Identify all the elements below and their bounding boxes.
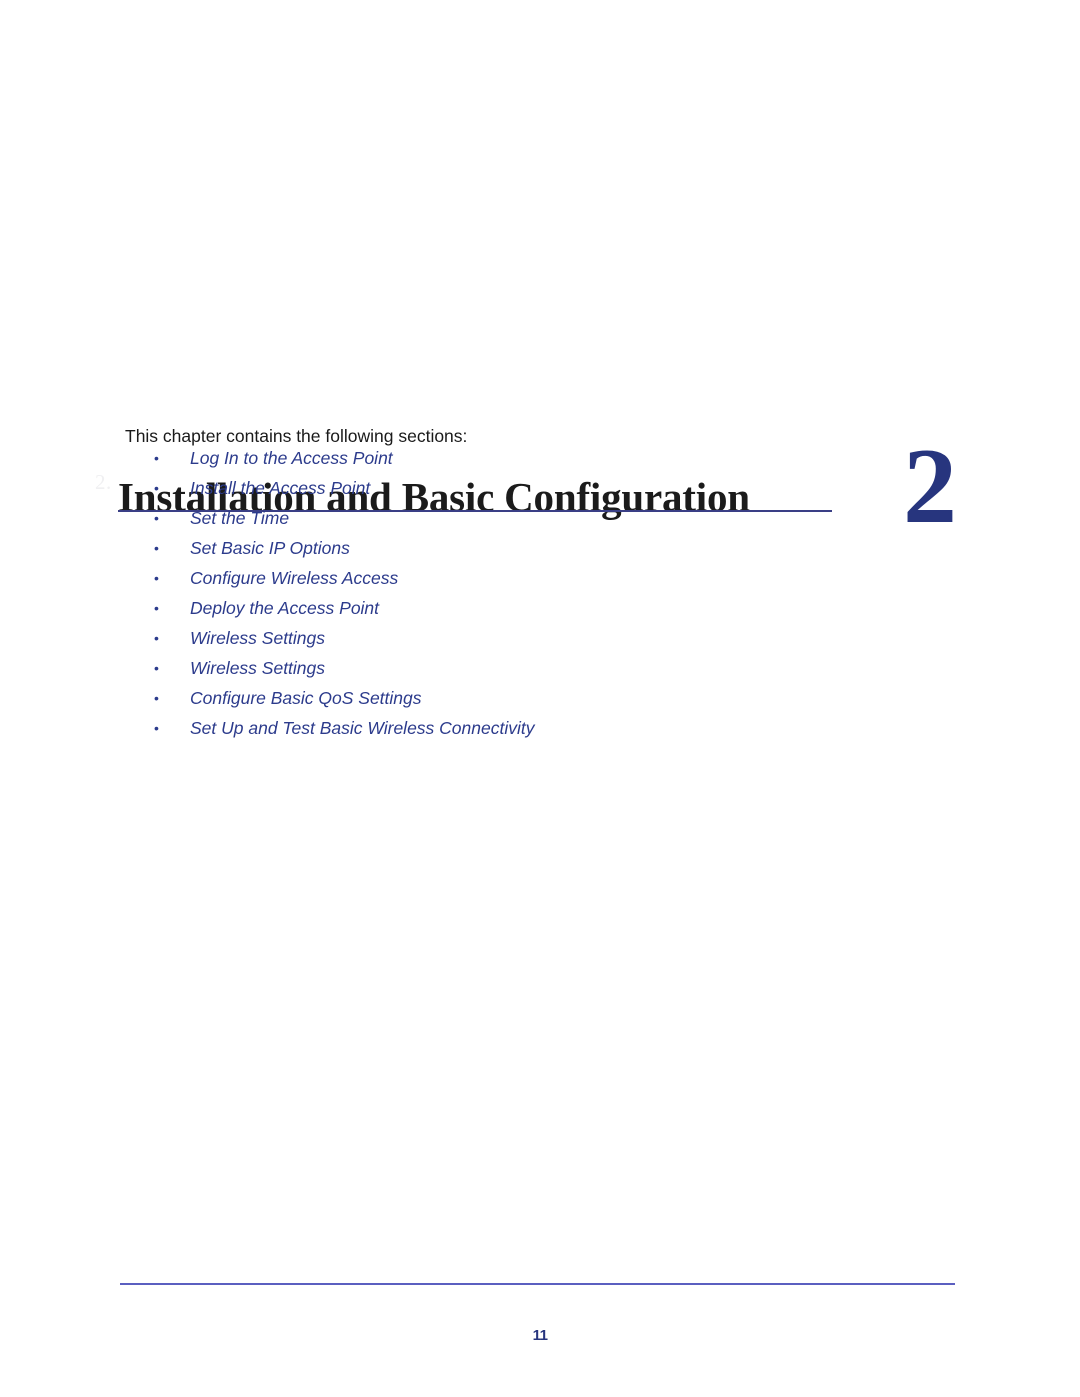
bullet-icon: • — [154, 630, 159, 646]
list-item[interactable]: • Log In to the Access Point — [125, 443, 885, 473]
bullet-icon: • — [154, 510, 159, 526]
bullet-icon: • — [154, 660, 159, 676]
bullet-icon: • — [154, 600, 159, 616]
list-item[interactable]: • Set Basic IP Options — [125, 533, 885, 563]
section-link[interactable]: Wireless Settings — [190, 653, 325, 683]
section-link[interactable]: Configure Basic QoS Settings — [190, 683, 422, 713]
section-link[interactable]: Set Basic IP Options — [190, 533, 350, 563]
list-item[interactable]: • Wireless Settings — [125, 623, 885, 653]
list-item[interactable]: • Install the Access Point — [125, 473, 885, 503]
bullet-icon: • — [154, 720, 159, 736]
bullet-icon: • — [154, 480, 159, 496]
page-number: 11 — [532, 1327, 548, 1344]
list-item[interactable]: • Wireless Settings — [125, 653, 885, 683]
chapter-section-list: • Log In to the Access Point • Install the … — [125, 443, 885, 743]
bullet-icon: • — [154, 690, 159, 706]
section-link[interactable]: Set Up and Test Basic Wireless Connectiv… — [190, 713, 534, 743]
section-link[interactable]: Log In to the Access Point — [190, 443, 393, 473]
list-item[interactable]: • Set the Time — [125, 503, 885, 533]
margin-chapter-mark: 2. — [95, 470, 112, 494]
section-link[interactable]: Deploy the Access Point — [190, 593, 379, 623]
chapter-number: 2 — [903, 427, 957, 546]
section-link[interactable]: Wireless Settings — [190, 623, 325, 653]
footer-divider — [120, 1283, 955, 1285]
list-item[interactable]: • Configure Wireless Access — [125, 563, 885, 593]
document-page: 2. Installation and Basic Configuration … — [0, 0, 1080, 1397]
list-item[interactable]: • Set Up and Test Basic Wireless Connecti… — [125, 713, 885, 743]
list-item[interactable]: • Configure Basic QoS Settings — [125, 683, 885, 713]
section-link[interactable]: Configure Wireless Access — [190, 563, 398, 593]
section-link[interactable]: Install the Access Point — [190, 473, 370, 503]
chapter-header: 2. Installation and Basic Configuration … — [0, 222, 1080, 546]
bullet-icon: • — [154, 570, 159, 586]
list-item[interactable]: • Deploy the Access Point — [125, 593, 885, 623]
bullet-icon: • — [154, 540, 159, 556]
bullet-icon: • — [154, 450, 159, 466]
section-link[interactable]: Set the Time — [190, 503, 289, 533]
